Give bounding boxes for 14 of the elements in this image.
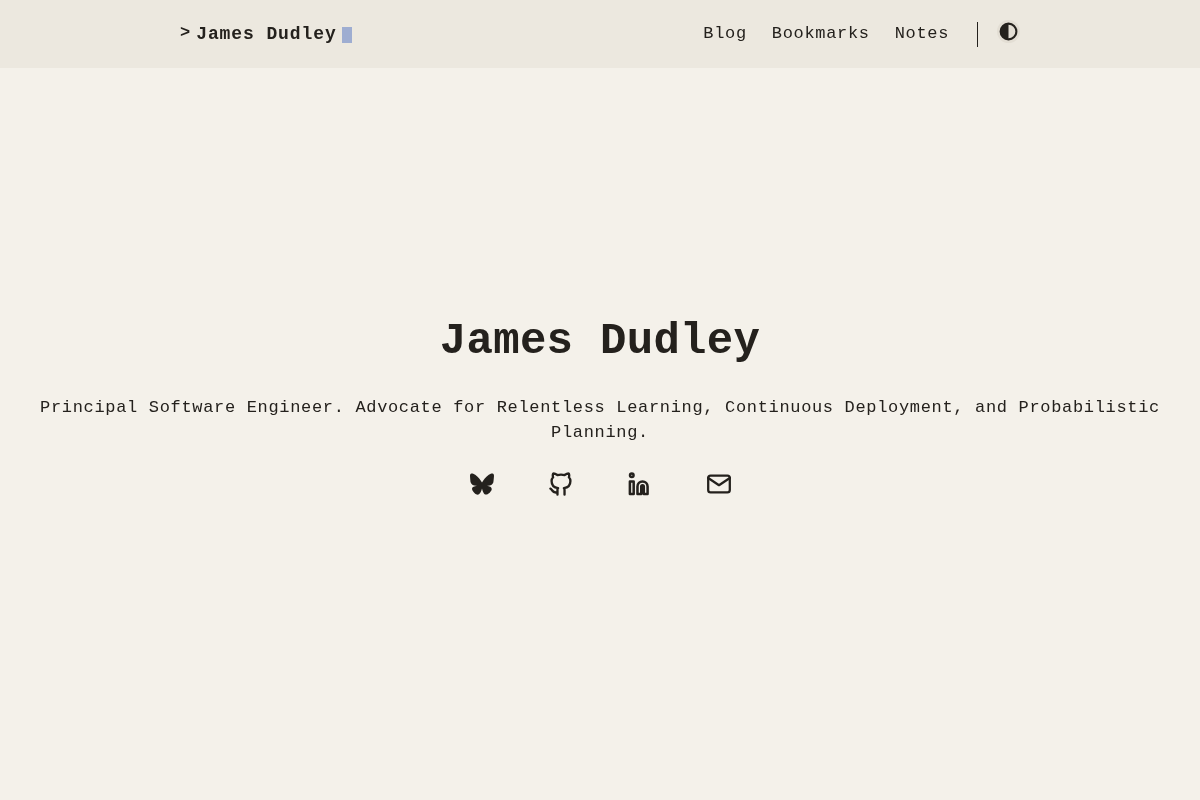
- page-title: James Dudley: [438, 315, 762, 368]
- prompt-symbol: >: [180, 22, 191, 45]
- block-cursor-icon: [341, 27, 352, 43]
- half-filled-circle-icon: [999, 21, 1018, 41]
- theme-toggle-button[interactable]: [997, 19, 1020, 43]
- nav-link[interactable]: Bookmarks: [771, 21, 870, 47]
- home-link[interactable]: James Dudley: [196, 20, 337, 48]
- envelope-icon[interactable]: [706, 471, 731, 496]
- nav-link[interactable]: Notes: [894, 21, 949, 47]
- butterfly-icon[interactable]: [469, 471, 494, 496]
- cat-silhouette-icon[interactable]: [548, 471, 573, 496]
- nav-link[interactable]: Blog: [703, 21, 747, 47]
- tagline-text: Principal Software Engineer. Advocate for Relentless Learning, Continuous Deployment, and Probabilistic Planning.: [39, 396, 1161, 444]
- in-letters-icon[interactable]: [627, 471, 652, 496]
